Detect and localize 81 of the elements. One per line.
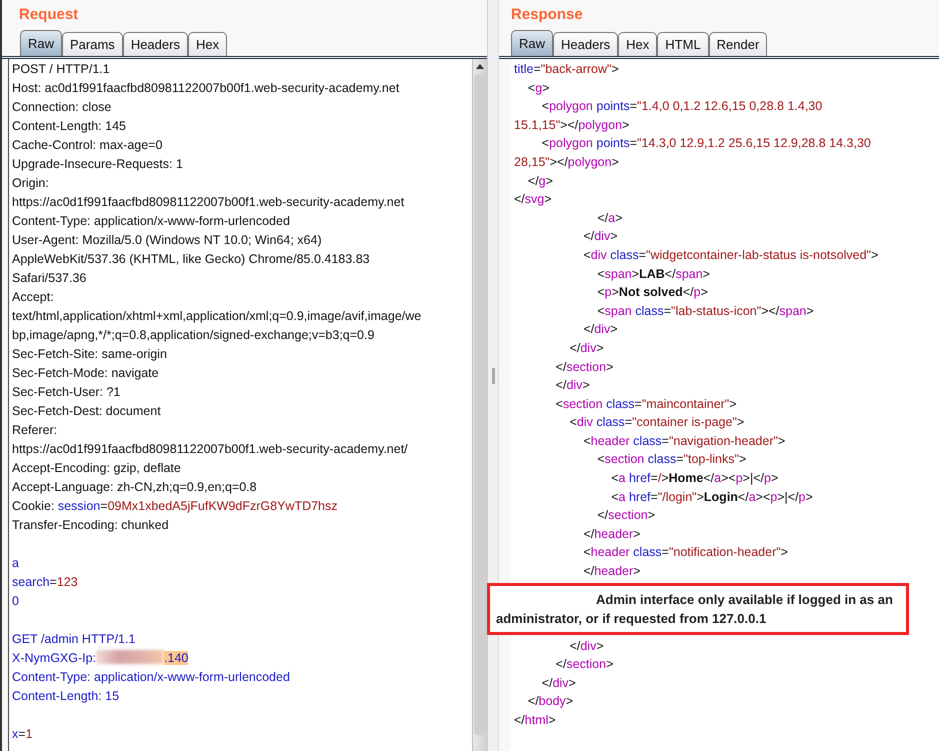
code-line: </div>	[568, 638, 605, 655]
tab[interactable]: Hex	[618, 32, 658, 56]
code-line: title="back-arrow">	[514, 61, 620, 78]
code-line: Sec-Fetch-Site: same-origin	[12, 346, 168, 363]
code-line: Cookie: session=09Mx1xbedA5jFufKW9dFzrG8YwTD7hsz	[12, 498, 339, 515]
code-line: </section>	[554, 656, 614, 674]
code-line: </div>	[582, 228, 619, 246]
code-line: Content-Type: application/x-www-form-urlencoded	[12, 213, 291, 230]
code-line: <div class="container is-page">	[568, 414, 746, 432]
tab[interactable]: Headers	[122, 32, 188, 56]
code-line: <polygon points="14.3,0 12.9,1.2 25.6,15 12.9,28.8 14.3,30	[540, 135, 872, 152]
code-line: <header class="notification-header">	[582, 544, 789, 562]
code-line: </div>	[582, 321, 619, 338]
tab[interactable]: Render	[708, 32, 768, 56]
code-line: <span class="lab-status-icon"></span>	[596, 302, 815, 320]
code-line: </a>	[596, 210, 624, 227]
tab[interactable]: Raw	[20, 30, 62, 56]
tab[interactable]: HTML	[657, 32, 709, 56]
code-line: bp,image/apng,*/*;q=0.8,application/signed-exchange;v=b3;q=0.9	[12, 327, 376, 344]
code-line: Content-Length: 15	[12, 688, 120, 705]
code-line: </svg>	[514, 191, 553, 208]
tab[interactable]: Params	[62, 32, 123, 56]
code-line: Cache-Control: max-age=0	[12, 137, 164, 154]
code-line: <div class="widgetcontainer-lab-status is-notsolved">	[582, 246, 880, 264]
code-line: <section class="top-links">	[596, 451, 748, 468]
code-line: Connection: close	[12, 99, 112, 116]
code-line: </div>	[554, 377, 591, 394]
code-line: <span>LAB</span>	[596, 266, 711, 283]
code-line: Content-Length: 145	[12, 118, 127, 135]
code-line: </html>	[514, 712, 557, 729]
pane-title: Response	[510, 5, 584, 25]
code-line: <polygon points="1.4,0 0,1.2 12.6,15 0,28.8 1.4,30	[540, 98, 824, 116]
code-line: https://ac0d1f991faacfbd80981122007b00f1.web-security-academy.net/	[12, 441, 409, 458]
code-line: GET /admin HTTP/1.1	[12, 631, 136, 648]
code-line: 15.1,15"></polygon>	[514, 116, 630, 134]
pane-title: Request	[18, 5, 80, 25]
code-line: </section>	[596, 507, 656, 524]
code-line: </header>	[582, 526, 642, 543]
code-line: <g>	[526, 80, 550, 97]
code-line: Accept:	[12, 289, 55, 306]
code-line: </body>	[526, 693, 574, 710]
tab[interactable]: Headers	[553, 32, 618, 56]
code-line: POST / HTTP/1.1	[12, 61, 111, 78]
code-line: AppleWebKit/537.36 (KHTML, like Gecko) Chrome/85.0.4183.83	[12, 251, 371, 268]
code-line: https://ac0d1f991faacfbd80981122007b00f1.web-security-academy.net	[12, 194, 406, 211]
redaction-blur	[96, 650, 164, 664]
code-line: User-Agent: Mozilla/5.0 (Windows NT 10.0; Win64; x64)	[12, 232, 323, 249]
code-line: Transfer-Encoding: chunked	[12, 517, 170, 534]
scrollbar[interactable]	[472, 59, 487, 751]
code-line: </div>	[568, 340, 605, 357]
code-line: x=1	[12, 726, 34, 743]
code-line: <p>Not solved</p>	[596, 284, 709, 302]
code-line: text/html,application/xhtml+xml,application/xml;q=0.9,image/avif,image/we	[12, 308, 422, 325]
tab[interactable]: Hex	[188, 32, 228, 56]
code-line: 28,15"></polygon>	[514, 154, 620, 171]
code-line: Safari/537.36	[12, 270, 88, 287]
code-line: Sec-Fetch-Dest: document	[12, 403, 162, 420]
code-line: </div>	[540, 674, 577, 692]
code-line: <header class="navigation-header">	[582, 432, 786, 450]
code-line: </section>	[554, 358, 614, 376]
code-line: Accept-Language: zh-CN,zh;q=0.9,en;q=0.8	[12, 479, 258, 496]
admin-message: Admin interface only available if logged in as an administrator, or if requested from 127.0.0.1	[496, 590, 894, 628]
tab[interactable]: Raw	[511, 30, 554, 56]
code-line: X-NymGXG-Ip: .140	[12, 649, 190, 667]
code-line: </header>	[582, 563, 642, 580]
code-line: Sec-Fetch-Mode: navigate	[12, 365, 160, 382]
code-line: <section class="maincontainer">	[554, 396, 738, 413]
code-line: Accept-Encoding: gzip, deflate	[12, 460, 182, 477]
code-line: 0	[12, 593, 20, 610]
code-line: a	[12, 555, 20, 572]
scroll-up-icon[interactable]	[475, 62, 485, 72]
code-line: Upgrade-Insecure-Requests: 1	[12, 156, 184, 173]
code-line: Sec-Fetch-User: ?1	[12, 384, 122, 401]
code-line: Origin:	[12, 175, 50, 192]
code-line: Referer:	[12, 422, 58, 439]
code-line: <a href=/>Home</a><p>|</p>	[610, 470, 780, 488]
code-line: Content-Type: application/x-www-form-urlencoded	[12, 669, 291, 686]
code-line: </g>	[526, 172, 554, 190]
code-line: Host: ac0d1f991faacfbd80981122007b00f1.web-security-academy.net	[12, 80, 400, 97]
code-line: search=123	[12, 574, 79, 591]
code-line: <a href="/login">Login</a><p>|</p>	[610, 488, 814, 506]
